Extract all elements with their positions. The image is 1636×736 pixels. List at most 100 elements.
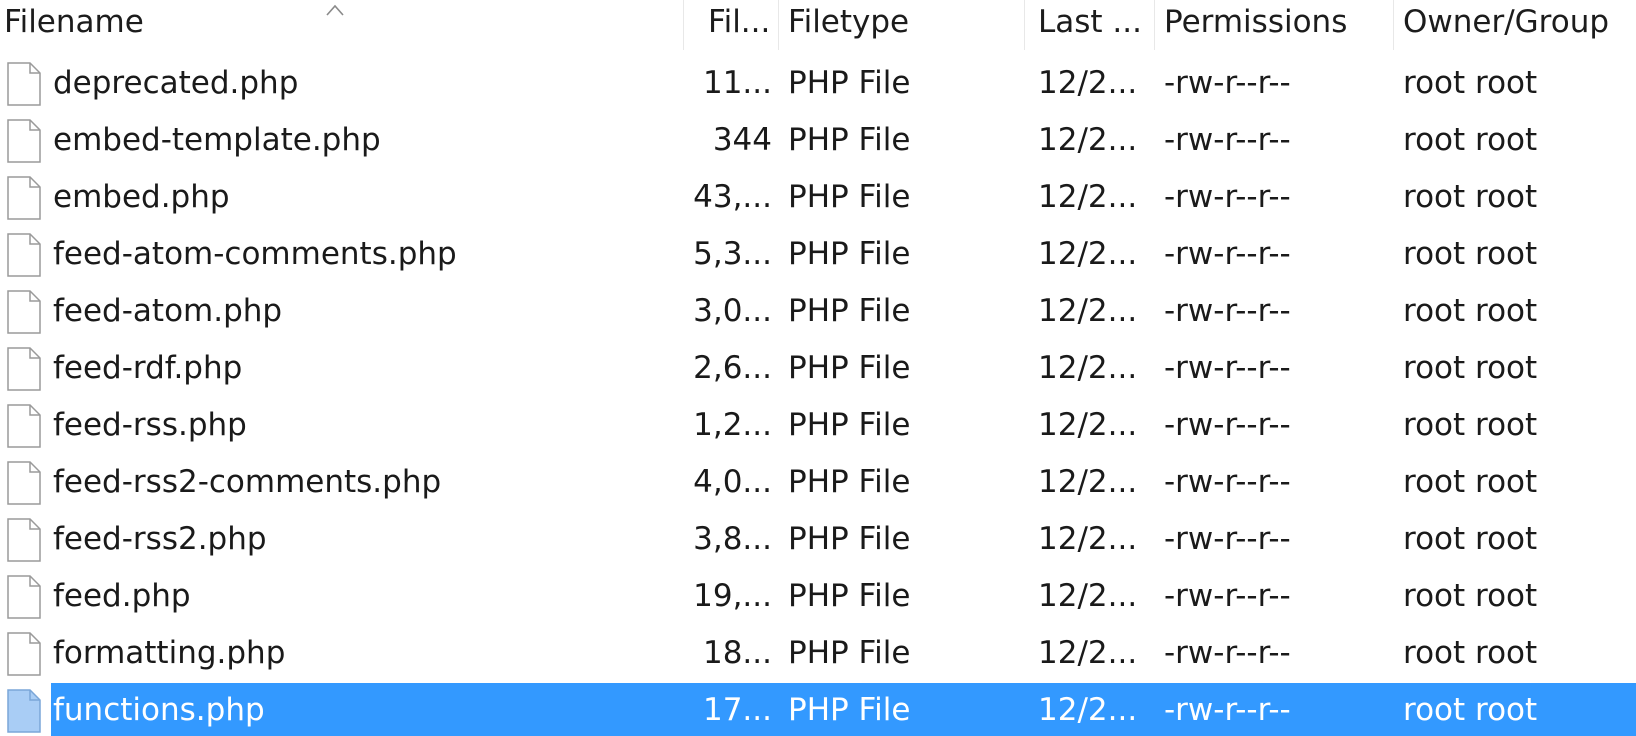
file-name: formatting.php [53,635,286,671]
document-icon [7,233,41,277]
document-icon [7,119,41,163]
file-row[interactable]: feed-rdf.php 2,6... PHP File 12/2... -rw-r--… [0,340,1636,397]
file-permissions: -rw-r--r-- [1164,578,1291,614]
column-header: Filename Fil... Filetype Last ... Permis… [0,0,1636,50]
file-name: embed-template.php [53,122,381,158]
file-permissions: -rw-r--r-- [1164,692,1291,728]
file-size: 11... [702,65,772,101]
file-last-modified: 12/2... [1038,350,1138,386]
column-separator[interactable] [1024,0,1025,50]
column-header-last-modified[interactable]: Last ... [1038,0,1148,50]
file-type: PHP File [788,236,911,272]
column-header-permissions[interactable]: Permissions [1164,0,1384,50]
file-row[interactable]: embed-template.php 344 PHP File 12/2... -rw-… [0,112,1636,169]
file-type: PHP File [788,635,911,671]
file-owner-group: root root [1403,236,1538,272]
column-separator[interactable] [683,0,684,50]
file-row[interactable]: feed-rss2.php 3,8... PHP File 12/2... -rw-r-… [0,511,1636,568]
file-last-modified: 12/2... [1038,407,1138,443]
file-last-modified: 12/2... [1038,236,1138,272]
file-size: 5,3... [693,236,772,272]
file-name: feed-rss2.php [53,521,267,557]
file-size: 17... [702,692,772,728]
file-last-modified: 12/2... [1038,65,1138,101]
file-owner-group: root root [1403,464,1538,500]
file-size: 2,6... [693,350,772,386]
file-last-modified: 12/2... [1038,692,1138,728]
file-row[interactable]: formatting.php 18... PHP File 12/2... -rw-r-… [0,625,1636,682]
column-header-owner-group[interactable]: Owner/Group [1403,0,1636,50]
file-name: feed-rss2-comments.php [53,464,442,500]
file-row[interactable]: feed-rss.php 1,2... PHP File 12/2... -rw-r--… [0,397,1636,454]
file-permissions: -rw-r--r-- [1164,122,1291,158]
file-row[interactable]: functions.php 17... PHP File 12/2... -rw-r--… [0,682,1636,736]
file-last-modified: 12/2... [1038,122,1138,158]
file-owner-group: root root [1403,692,1538,728]
file-row[interactable]: feed-atom-comments.php 5,3... PHP File 12/2… [0,226,1636,283]
file-row[interactable]: feed-rss2-comments.php 4,0... PHP File 12/2… [0,454,1636,511]
document-icon [7,518,41,562]
file-name: feed-atom-comments.php [53,236,457,272]
column-separator[interactable] [778,0,779,50]
file-owner-group: root root [1403,407,1538,443]
file-permissions: -rw-r--r-- [1164,179,1291,215]
file-owner-group: root root [1403,635,1538,671]
file-type: PHP File [788,179,911,215]
file-owner-group: root root [1403,122,1538,158]
file-type: PHP File [788,521,911,557]
file-row[interactable]: deprecated.php 11... PHP File 12/2... -rw-r-… [0,55,1636,112]
file-name: embed.php [53,179,230,215]
file-size: 19,... [693,578,772,614]
column-separator[interactable] [1154,0,1155,50]
file-size: 18... [702,635,772,671]
file-size: 3,8... [693,521,772,557]
file-permissions: -rw-r--r-- [1164,236,1291,272]
file-owner-group: root root [1403,179,1538,215]
file-permissions: -rw-r--r-- [1164,521,1291,557]
column-header-filesize[interactable]: Fil... [708,0,780,50]
file-name: feed-rdf.php [53,350,243,386]
file-permissions: -rw-r--r-- [1164,635,1291,671]
file-name: feed-atom.php [53,293,283,329]
file-size: 3,0... [693,293,772,329]
file-permissions: -rw-r--r-- [1164,293,1291,329]
file-type: PHP File [788,692,911,728]
file-name: feed-rss.php [53,407,247,443]
file-type: PHP File [788,464,911,500]
file-last-modified: 12/2... [1038,179,1138,215]
column-separator[interactable] [1393,0,1394,50]
file-last-modified: 12/2... [1038,578,1138,614]
file-name: feed.php [53,578,191,614]
sort-ascending-icon [326,4,344,16]
file-type: PHP File [788,407,911,443]
file-last-modified: 12/2... [1038,635,1138,671]
file-permissions: -rw-r--r-- [1164,464,1291,500]
document-icon [7,62,41,106]
file-owner-group: root root [1403,293,1538,329]
document-icon [7,461,41,505]
file-row[interactable]: feed-atom.php 3,0... PHP File 12/2... -rw-r-… [0,283,1636,340]
column-header-filetype[interactable]: Filetype [788,0,1018,50]
file-size: 4,0... [693,464,772,500]
file-name: deprecated.php [53,65,299,101]
document-icon [7,689,41,733]
file-size: 344 [712,122,772,158]
file-row[interactable]: feed.php 19,... PHP File 12/2... -rw-r--r-- r… [0,568,1636,625]
file-name: functions.php [53,692,265,728]
document-icon [7,290,41,334]
document-icon [7,404,41,448]
file-last-modified: 12/2... [1038,521,1138,557]
file-permissions: -rw-r--r-- [1164,407,1291,443]
remote-file-list[interactable]: Filename Fil... Filetype Last ... Permis… [0,0,1636,736]
file-owner-group: root root [1403,350,1538,386]
file-permissions: -rw-r--r-- [1164,65,1291,101]
file-row[interactable]: embed.php 43,... PHP File 12/2... -rw-r--r--… [0,169,1636,226]
document-icon [7,176,41,220]
file-owner-group: root root [1403,65,1538,101]
file-type: PHP File [788,350,911,386]
document-icon [7,632,41,676]
document-icon [7,575,41,619]
file-owner-group: root root [1403,521,1538,557]
file-type: PHP File [788,122,911,158]
file-type: PHP File [788,578,911,614]
